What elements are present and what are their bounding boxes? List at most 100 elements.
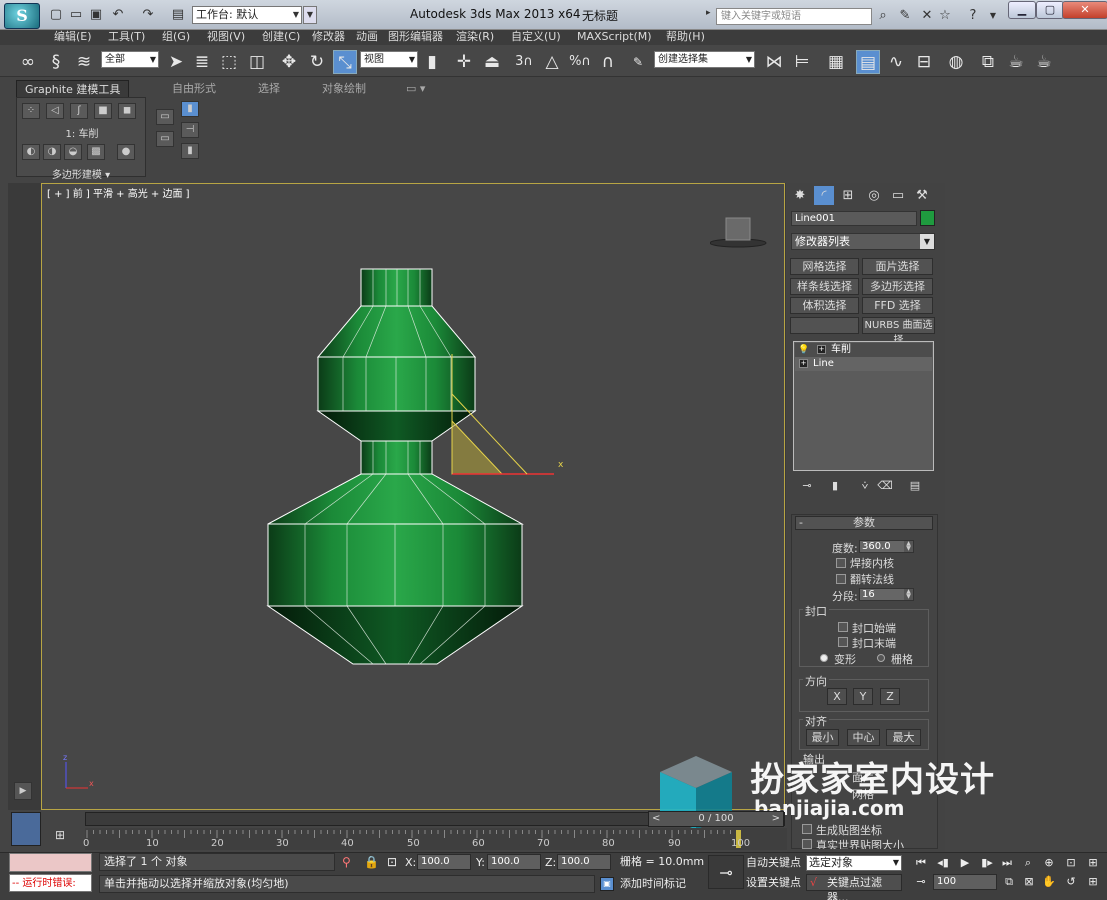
- viewport-layout-button[interactable]: [11, 812, 41, 846]
- move-icon[interactable]: ✥: [277, 50, 301, 74]
- empty-mod-button[interactable]: [790, 317, 859, 334]
- maxscript-mini-listener[interactable]: [9, 853, 92, 872]
- lock-selection-icon[interactable]: 🔒: [364, 855, 379, 869]
- menu-rendering[interactable]: 渲染(R): [456, 30, 494, 44]
- real-world-map-checkbox[interactable]: [802, 839, 812, 849]
- utilities-tab-icon[interactable]: ⚒: [912, 186, 932, 205]
- window-crossing-icon[interactable]: ◫: [245, 50, 269, 74]
- snaps-toggle-icon[interactable]: 3∩: [512, 50, 536, 74]
- favorites-star-icon[interactable]: ☆: [936, 8, 954, 24]
- menu-group[interactable]: 组(G): [162, 30, 190, 44]
- motion-tab-icon[interactable]: ◎: [864, 186, 884, 205]
- search-expand-icon[interactable]: ▸: [706, 8, 711, 18]
- ribbon-options-icon[interactable]: ▭ ▾: [406, 80, 425, 97]
- rect-selection-icon[interactable]: ⬚: [217, 50, 241, 74]
- grid-radio[interactable]: [877, 654, 885, 662]
- modify-tab-icon[interactable]: ◜: [814, 186, 834, 205]
- keyboard-shortcut-override-icon[interactable]: ⏏: [480, 50, 504, 74]
- close-button[interactable]: ✕: [1062, 1, 1107, 19]
- segments-spinner[interactable]: 16 ▲ ▼: [859, 588, 914, 601]
- isolate-selection-icon[interactable]: ⚲: [342, 855, 351, 869]
- material-editor-icon[interactable]: ◍: [944, 50, 968, 74]
- menu-tools[interactable]: 工具(T): [108, 30, 145, 44]
- prev-modifier-icon[interactable]: ◐: [22, 144, 40, 160]
- project-folder-icon[interactable]: ▤: [170, 7, 186, 23]
- go-to-end-icon[interactable]: ⏭: [998, 855, 1016, 871]
- menu-create[interactable]: 创建(C): [262, 30, 300, 44]
- rendered-frame-window-icon[interactable]: ☕: [1004, 50, 1028, 74]
- select-manipulate-icon[interactable]: ✛: [452, 50, 476, 74]
- preserve-uvs-icon[interactable]: ◒: [64, 144, 82, 160]
- play-icon[interactable]: ▶: [956, 855, 974, 871]
- slider-prev-icon[interactable]: <: [652, 812, 660, 826]
- edit-named-selection-icon[interactable]: ✎: [626, 50, 650, 74]
- set-key-icon[interactable]: ⊸: [708, 855, 744, 889]
- bind-space-warp-icon[interactable]: ≋: [72, 50, 96, 74]
- tab-selection[interactable]: 选择: [258, 80, 280, 97]
- time-tag-icon[interactable]: ▣: [600, 877, 614, 891]
- graphite-toggle-icon[interactable]: ▤: [856, 50, 880, 74]
- subscription-icon[interactable]: ✎: [896, 8, 914, 24]
- absolute-mode-icon[interactable]: ⊡: [387, 855, 397, 869]
- stack-view-icon[interactable]: ▭: [156, 131, 174, 147]
- zoom-all-icon[interactable]: ⊕: [1040, 855, 1058, 871]
- stack-item-lathe[interactable]: 💡 + 车削: [795, 343, 932, 357]
- communication-icon[interactable]: ✕: [918, 8, 936, 24]
- menu-help[interactable]: 帮助(H): [666, 30, 705, 44]
- set-key-button[interactable]: 设置关键点: [746, 875, 802, 891]
- spinner-arrows-icon[interactable]: ▲ ▼: [904, 589, 913, 600]
- pan-view-icon[interactable]: ✋: [1040, 874, 1058, 890]
- tab-object-paint[interactable]: 对象绘制: [322, 80, 366, 97]
- link-icon[interactable]: ∞: [16, 50, 40, 74]
- current-frame-field[interactable]: 100: [933, 874, 997, 890]
- ffd-select-button[interactable]: FFD 选择: [862, 297, 933, 314]
- zoom-icon[interactable]: ⌕: [1019, 855, 1037, 871]
- polygon-icon[interactable]: ■: [94, 103, 112, 119]
- time-slider[interactable]: <0 / 100 >: [648, 811, 784, 827]
- show-end-result-icon[interactable]: ▮: [827, 478, 843, 494]
- help-icon[interactable]: ?: [964, 8, 982, 24]
- edge-icon[interactable]: ◁: [46, 103, 64, 119]
- mesh-select-button[interactable]: 网格选择: [790, 258, 859, 275]
- undo-icon[interactable]: ↶: [110, 7, 126, 23]
- expand-plus-icon[interactable]: +: [817, 345, 826, 354]
- new-file-icon[interactable]: ▢: [48, 7, 64, 23]
- make-unique-icon[interactable]: ⩒: [857, 478, 873, 494]
- unlink-icon[interactable]: §: [44, 50, 68, 74]
- morph-radio[interactable]: [820, 654, 828, 662]
- maxscript-error-output[interactable]: -- 运行时错误:: [9, 874, 92, 892]
- track-bar[interactable]: [85, 828, 787, 850]
- direction-x-button[interactable]: X: [827, 688, 847, 705]
- show-result-icon[interactable]: ⊣: [181, 122, 199, 138]
- align-max-button[interactable]: 最大: [886, 729, 921, 746]
- zoom-extents-icon[interactable]: ⊡: [1062, 855, 1080, 871]
- menu-views[interactable]: 视图(V): [207, 30, 245, 44]
- cap-start-checkbox[interactable]: [838, 622, 848, 632]
- render-setup-icon[interactable]: ⧉: [976, 50, 1000, 74]
- poly-select-button[interactable]: 多边形选择: [862, 278, 933, 295]
- curve-editor-icon[interactable]: ∿: [884, 50, 908, 74]
- modifier-list-dropdown[interactable]: 修改器列表 ▼: [791, 233, 935, 250]
- degrees-spinner[interactable]: 360.0 ▲ ▼: [859, 540, 914, 553]
- y-coordinate-field[interactable]: 100.0: [487, 854, 541, 870]
- mirror-icon[interactable]: ⋈: [762, 50, 786, 74]
- next-frame-icon[interactable]: ▮▸: [978, 855, 996, 871]
- show-end-result-icon[interactable]: ●: [117, 144, 135, 160]
- select-by-name-icon[interactable]: ≣: [190, 50, 214, 74]
- expand-plus-icon[interactable]: +: [799, 359, 808, 368]
- ribbon-panel-label[interactable]: 多边形建模 ▾: [16, 166, 146, 181]
- menu-maxscript[interactable]: MAXScript(M): [577, 30, 652, 44]
- workspace-dropdown[interactable]: 工作台: 默认 ▼: [192, 6, 302, 24]
- reference-coordinate-dropdown[interactable]: 视图 ▼: [360, 51, 418, 68]
- use-displace-icon[interactable]: ▭: [156, 109, 174, 125]
- viewport-label-menu[interactable]: [ + ] 前 ] 平滑 + 高光 + 边面 ]: [47, 185, 190, 200]
- maximize-viewport-icon[interactable]: ⊞: [1084, 874, 1102, 890]
- layer-manager-icon[interactable]: ▦: [824, 50, 848, 74]
- stack-item-line[interactable]: + Line: [795, 357, 932, 371]
- object-color-swatch[interactable]: [920, 210, 935, 226]
- align-center-button[interactable]: 中心: [847, 729, 880, 746]
- minimize-button[interactable]: ▁: [1008, 1, 1036, 19]
- binoculars-icon[interactable]: ⌕: [874, 8, 892, 24]
- gen-map-coords-checkbox[interactable]: [802, 824, 812, 834]
- auto-key-button[interactable]: 自动关键点: [746, 855, 802, 871]
